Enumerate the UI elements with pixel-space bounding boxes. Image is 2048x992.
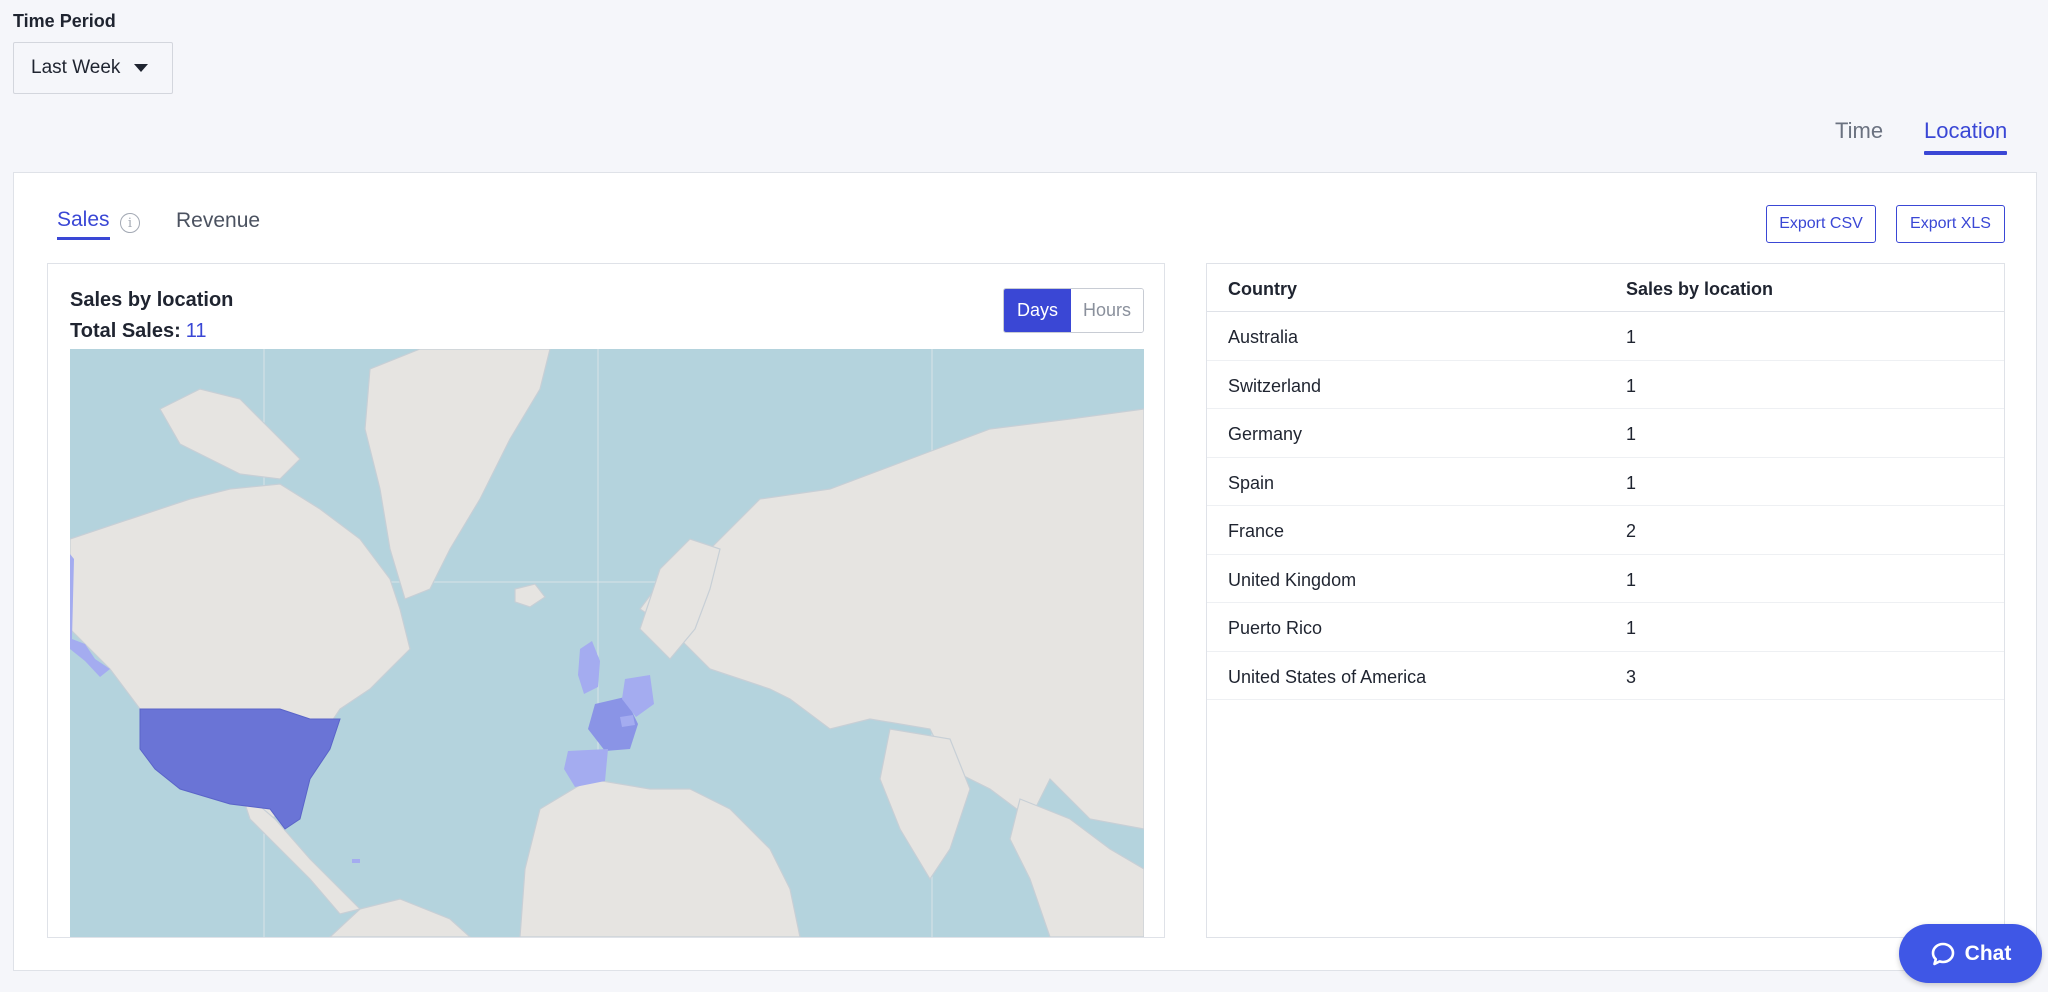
table-header: Country Sales by location xyxy=(1207,264,2004,312)
cell-sales: 1 xyxy=(1626,618,1637,638)
table-row: Spain 1 xyxy=(1207,458,2004,506)
table-row: United States of America 3 xyxy=(1207,652,2004,700)
active-tab-underline xyxy=(1924,151,2008,155)
table-row: Puerto Rico 1 xyxy=(1207,603,2004,652)
region-switzerland xyxy=(620,715,635,727)
granularity-toggle: Days Hours xyxy=(1003,288,1144,333)
time-period-dropdown[interactable]: Last Week xyxy=(13,42,173,94)
cell-sales: 1 xyxy=(1626,375,1637,396)
info-icon[interactable]: i xyxy=(120,213,140,233)
cell-sales: 1 xyxy=(1626,472,1637,493)
table-row: France 2 xyxy=(1207,506,2004,555)
chat-bubble-icon xyxy=(1931,942,1954,965)
column-header-country[interactable]: Country xyxy=(1228,279,1297,300)
total-sales: Total Sales: 11 xyxy=(70,320,207,343)
world-map[interactable] xyxy=(70,349,1144,937)
region-puerto-rico xyxy=(352,859,360,863)
cell-country: United States of America xyxy=(1228,666,1427,687)
analytics-panel: Sales i Revenue Export CSV Export XLS Sa… xyxy=(13,172,2037,971)
column-header-sales[interactable]: Sales by location xyxy=(1626,279,1773,300)
cell-sales: 1 xyxy=(1626,569,1637,590)
active-subtab-underline xyxy=(57,237,110,240)
sales-table: Country Sales by location Australia 1 Swi… xyxy=(1206,263,2005,938)
total-sales-value: 11 xyxy=(185,320,207,342)
tab-sales[interactable]: Sales xyxy=(57,208,110,240)
table-row: Switzerland 1 xyxy=(1207,361,2004,409)
export-xls-button[interactable]: Export XLS xyxy=(1896,205,2005,243)
tab-location[interactable]: Location xyxy=(1924,118,2008,155)
chat-label: Chat xyxy=(1964,941,2012,965)
total-sales-label: Total Sales: xyxy=(70,320,181,342)
cell-country: Switzerland xyxy=(1228,375,1322,396)
chat-button[interactable]: Chat xyxy=(1899,924,2042,983)
export-csv-button[interactable]: Export CSV xyxy=(1766,205,1876,243)
cell-country: Puerto Rico xyxy=(1228,618,1323,638)
cell-sales: 3 xyxy=(1626,666,1637,687)
cell-country: Germany xyxy=(1228,424,1303,444)
table-body: Australia 1 Switzerland 1 Germany 1 Spain 1 … xyxy=(1207,312,2004,700)
tab-location-label: Location xyxy=(1924,118,2008,143)
cell-country: United Kingdom xyxy=(1228,569,1357,590)
cell-sales: 2 xyxy=(1626,521,1637,541)
toggle-days[interactable]: Days xyxy=(1004,289,1071,332)
cell-sales: 1 xyxy=(1626,424,1637,444)
tab-revenue[interactable]: Revenue xyxy=(176,209,260,233)
tab-sales-label: Sales xyxy=(57,208,110,231)
time-period-label: Time Period xyxy=(13,11,116,31)
toggle-hours[interactable]: Hours xyxy=(1071,289,1143,332)
table-row: United Kingdom 1 xyxy=(1207,555,2004,603)
caret-down-icon xyxy=(134,64,149,72)
cell-country: Australia xyxy=(1228,327,1299,347)
time-period-value: Last Week xyxy=(31,57,121,78)
table-row: Australia 1 xyxy=(1207,312,2004,361)
cell-sales: 1 xyxy=(1626,327,1637,347)
table-row: Germany 1 xyxy=(1207,409,2004,458)
cell-country: France xyxy=(1228,521,1285,541)
cell-country: Spain xyxy=(1228,472,1275,493)
tab-time[interactable]: Time xyxy=(1835,118,1883,144)
sales-map-card: Sales by location Total Sales: 11 Days Ho… xyxy=(47,263,1165,938)
map-title: Sales by location xyxy=(70,289,234,311)
